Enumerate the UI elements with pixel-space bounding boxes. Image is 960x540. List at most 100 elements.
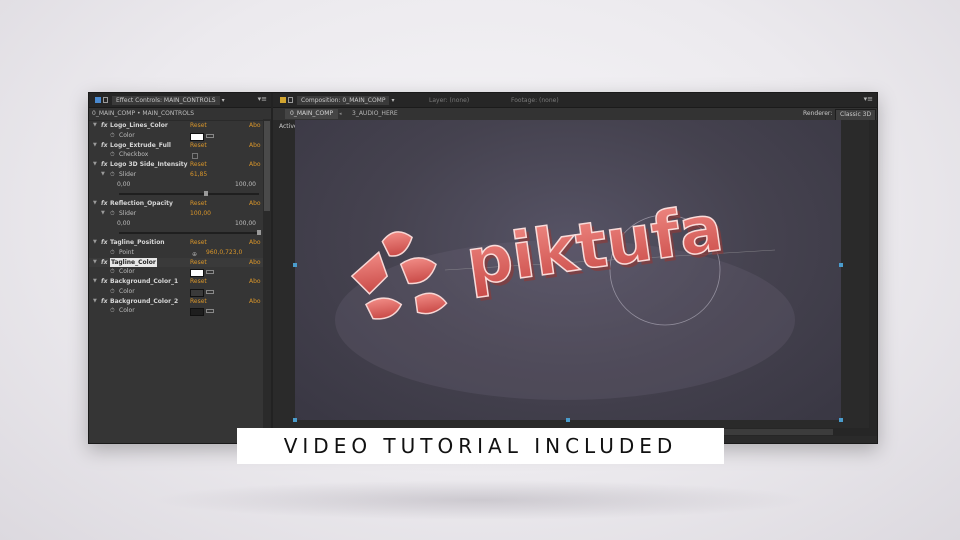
fx-icon[interactable]: fx [101, 199, 107, 209]
about-button[interactable]: Abo [249, 199, 261, 209]
color-swatch[interactable] [190, 308, 204, 317]
eyedropper-icon[interactable] [206, 270, 214, 275]
effect-row[interactable]: ▼ fx Background_Color_1 Reset Abo [89, 277, 271, 287]
param-row[interactable]: ⏱ Color [89, 131, 271, 141]
reset-button[interactable]: Reset [190, 258, 207, 268]
tab-layer[interactable]: Layer: (none) [429, 97, 469, 104]
twirl-down-icon[interactable]: ▼ [101, 209, 105, 219]
transform-handle[interactable] [566, 418, 570, 422]
about-button[interactable]: Abo [249, 297, 261, 307]
eyedropper-icon[interactable] [206, 309, 214, 314]
fx-icon[interactable]: fx [101, 160, 107, 170]
slider-value[interactable]: 61,85 [190, 170, 207, 180]
about-button[interactable]: Abo [249, 238, 261, 248]
twirl-down-icon[interactable]: ▼ [93, 277, 97, 287]
twirl-down-icon[interactable]: ▼ [101, 170, 105, 180]
effect-row[interactable]: ▼ fx Logo 3D Side_Intensity Reset Abo [89, 160, 271, 170]
stopwatch-icon[interactable]: ⏱ [110, 131, 115, 141]
param-name: Point [119, 248, 134, 256]
fx-icon[interactable]: fx [101, 297, 107, 307]
param-row[interactable]: ⏱ Color [89, 287, 271, 297]
fx-icon[interactable]: fx [101, 141, 107, 151]
reset-button[interactable]: Reset [190, 199, 207, 209]
slider-row[interactable] [89, 189, 271, 199]
transform-handle[interactable] [293, 418, 297, 422]
slider-thumb[interactable] [203, 191, 208, 197]
param-row[interactable]: ▼ ⏱ Slider 100,00 [89, 209, 271, 219]
stopwatch-icon[interactable]: ⏱ [110, 150, 115, 160]
stopwatch-icon[interactable]: ⏱ [110, 209, 115, 219]
lock-icon[interactable] [103, 97, 108, 103]
effect-row[interactable]: ▼ fx Logo_Lines_Color Reset Abo [89, 121, 271, 131]
about-button[interactable]: Abo [249, 121, 261, 131]
checkbox[interactable] [192, 153, 198, 160]
slider-thumb[interactable] [257, 230, 261, 236]
vertical-scrollbar[interactable] [263, 119, 271, 441]
slider-track[interactable] [119, 191, 259, 197]
stopwatch-icon[interactable]: ⏱ [110, 170, 115, 180]
reset-button[interactable]: Reset [190, 297, 207, 307]
fx-icon[interactable]: fx [101, 238, 107, 248]
effect-row[interactable]: ▼ fx Reflection_Opacity Reset Abo [89, 199, 271, 209]
stopwatch-icon[interactable]: ⏱ [110, 306, 115, 316]
fx-icon[interactable]: fx [101, 121, 107, 131]
twirl-down-icon[interactable]: ▼ [93, 141, 97, 151]
scrollbar-thumb[interactable] [264, 121, 270, 211]
lock-icon[interactable] [288, 97, 293, 103]
slider-row[interactable] [89, 228, 271, 238]
tab-footage[interactable]: Footage: (none) [511, 97, 559, 104]
reset-button[interactable]: Reset [190, 141, 207, 151]
fx-icon[interactable]: fx [101, 277, 107, 287]
fx-icon[interactable]: fx [101, 258, 107, 268]
effect-name: Logo 3D Side_Intensity [110, 161, 188, 168]
panel-menu-icon[interactable]: ▾≡ [258, 95, 267, 103]
viewer-vertical-scrollbar[interactable] [869, 120, 877, 428]
eyedropper-icon[interactable] [206, 289, 214, 294]
twirl-down-icon[interactable]: ▼ [93, 258, 97, 268]
composition-panel: Composition: 0_MAIN_COMP ▾ Layer: (none)… [273, 93, 877, 443]
reset-button[interactable]: Reset [190, 160, 207, 170]
twirl-down-icon[interactable]: ▼ [93, 199, 97, 209]
effect-row[interactable]: ▼ fx Tagline_Color Reset Abo [89, 257, 271, 268]
subtab-audio[interactable]: 3_AUDIO_HERE [352, 108, 398, 120]
reset-button[interactable]: Reset [190, 277, 207, 287]
param-row[interactable]: ⏱ Checkbox [89, 150, 271, 160]
subtab-main-comp[interactable]: 0_MAIN_COMP [285, 109, 339, 119]
effect-row[interactable]: ▼ fx Background_Color_2 Reset Abo [89, 297, 271, 307]
reset-button[interactable]: Reset [190, 121, 207, 131]
reset-button[interactable]: Reset [190, 238, 207, 248]
slider-track[interactable] [119, 230, 261, 236]
param-row[interactable]: ⏱ Color [89, 306, 271, 317]
about-button[interactable]: Abo [249, 141, 261, 151]
about-button[interactable]: Abo [249, 160, 261, 170]
transform-handle[interactable] [293, 263, 297, 267]
chevron-down-icon[interactable]: ▾ [391, 97, 394, 104]
slider-value[interactable]: 100,00 [190, 209, 211, 219]
point-value[interactable]: 960,0,723,0 [206, 248, 242, 258]
stopwatch-icon[interactable]: ⏱ [110, 287, 115, 297]
param-row[interactable]: ⏱ Color [89, 267, 271, 278]
stopwatch-icon[interactable]: ⏱ [110, 267, 115, 277]
panel-menu-icon[interactable]: ▾≡ [864, 95, 873, 103]
about-button[interactable]: Abo [249, 258, 261, 268]
param-name: Color [119, 287, 135, 295]
twirl-down-icon[interactable]: ▼ [93, 121, 97, 131]
effect-row[interactable]: ▼ fx Logo_Extrude_Full Reset Abo [89, 141, 271, 151]
effect-row[interactable]: ▼ fx Tagline_Position Reset Abo [89, 238, 271, 248]
composition-canvas[interactable]: piktufa piktufa [293, 120, 843, 422]
chevron-down-icon[interactable]: ▾ [222, 97, 225, 104]
twirl-down-icon[interactable]: ▼ [93, 238, 97, 248]
about-button[interactable]: Abo [249, 277, 261, 287]
param-row[interactable]: ⏱ Point ⊕ 960,0,723,0 [89, 248, 271, 258]
transform-handle[interactable] [839, 263, 843, 267]
param-name: Checkbox [119, 151, 149, 159]
transform-handle[interactable] [839, 418, 843, 422]
composition-viewer[interactable]: Active Camera [273, 120, 877, 443]
tab-composition[interactable]: Composition: 0_MAIN_COMP [297, 95, 390, 105]
twirl-down-icon[interactable]: ▼ [93, 160, 97, 170]
eyedropper-icon[interactable] [206, 133, 214, 138]
twirl-down-icon[interactable]: ▼ [93, 297, 97, 307]
param-row[interactable]: ▼ ⏱ Slider 61,85 [89, 170, 271, 180]
tab-effect-controls[interactable]: Effect Controls: MAIN_CONTROLS [112, 95, 220, 105]
stopwatch-icon[interactable]: ⏱ [110, 248, 115, 258]
